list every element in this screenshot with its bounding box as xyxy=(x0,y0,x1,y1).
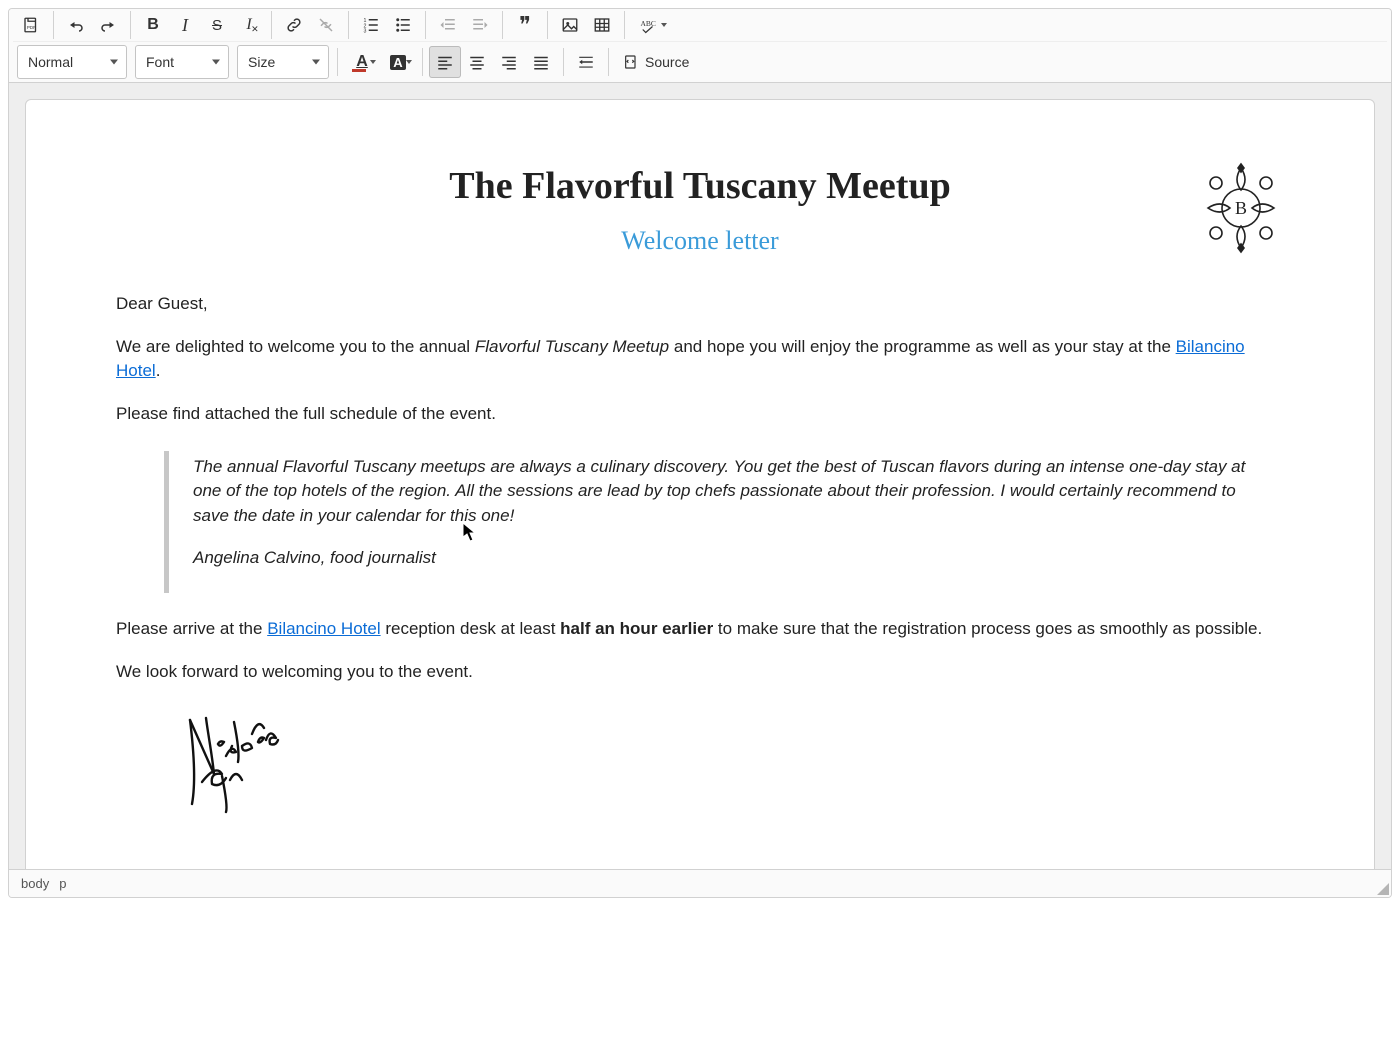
arrival-text-1: Please arrive at the xyxy=(116,619,267,638)
export-pdf-button[interactable]: PDF xyxy=(15,9,47,41)
resize-grip[interactable] xyxy=(1377,883,1389,895)
quote-attribution: Angelina Calvino, food journalist xyxy=(193,546,1272,571)
elements-path-bar: body p xyxy=(9,869,1391,897)
outdent-button[interactable] xyxy=(432,9,464,41)
strikethrough-button[interactable]: S xyxy=(201,9,233,41)
remove-format-button[interactable]: I✕ xyxy=(233,9,265,41)
rich-text-editor: PDF B I S I✕ xyxy=(8,8,1392,898)
text-color-button[interactable]: A xyxy=(344,46,380,78)
document-title[interactable]: The Flavorful Tuscany Meetup xyxy=(116,164,1284,208)
schedule-paragraph[interactable]: Please find attached the full schedule o… xyxy=(116,402,1284,427)
italic-button[interactable]: I xyxy=(169,9,201,41)
unlink-button[interactable] xyxy=(310,9,342,41)
font-size-value: Size xyxy=(248,54,275,70)
image-button[interactable] xyxy=(554,9,586,41)
arrival-paragraph[interactable]: Please arrive at the Bilancino Hotel rec… xyxy=(116,617,1284,642)
source-button[interactable]: Source xyxy=(615,46,697,78)
path-crumb-body[interactable]: body xyxy=(21,876,49,891)
align-left-button[interactable] xyxy=(429,46,461,78)
arrival-text-2: reception desk at least xyxy=(381,619,561,638)
svg-text:ABC: ABC xyxy=(641,19,656,28)
spellcheck-button[interactable]: ABC xyxy=(631,9,671,41)
numbered-list-button[interactable]: 123 xyxy=(355,9,387,41)
document-subtitle[interactable]: Welcome letter xyxy=(116,226,1284,256)
table-button[interactable] xyxy=(586,9,618,41)
bold-button[interactable]: B xyxy=(137,9,169,41)
blockquote-button[interactable]: ❞ xyxy=(509,9,541,41)
redo-button[interactable] xyxy=(92,9,124,41)
signature-image xyxy=(172,704,1284,819)
document-page[interactable]: B The Flavorful Tuscany Meetup Welcome l… xyxy=(25,99,1375,869)
arrival-bold: half an hour earlier xyxy=(560,619,713,638)
link-button[interactable] xyxy=(278,9,310,41)
paragraph-format-value: Normal xyxy=(28,54,73,70)
closing-paragraph[interactable]: We look forward to welcoming you to the … xyxy=(116,660,1284,685)
paragraph-format-select[interactable]: Normal xyxy=(17,45,127,79)
greeting-line[interactable]: Dear Guest, xyxy=(116,292,1284,317)
insert-horizontal-line-button[interactable] xyxy=(570,46,602,78)
align-justify-button[interactable] xyxy=(525,46,557,78)
editor-toolbar: PDF B I S I✕ xyxy=(9,9,1391,83)
font-size-select[interactable]: Size xyxy=(237,45,329,79)
intro-text-3: . xyxy=(156,361,161,380)
source-label: Source xyxy=(645,54,689,70)
align-center-button[interactable] xyxy=(461,46,493,78)
svg-text:B: B xyxy=(1235,198,1247,218)
path-crumb-p[interactable]: p xyxy=(59,876,66,891)
svg-text:3: 3 xyxy=(364,29,367,35)
bulleted-list-button[interactable] xyxy=(387,9,419,41)
background-color-button[interactable]: A xyxy=(380,46,416,78)
indent-button[interactable] xyxy=(464,9,496,41)
testimonial-blockquote[interactable]: The annual Flavorful Tuscany meetups are… xyxy=(164,451,1284,594)
arrival-text-3: to make sure that the registration proce… xyxy=(713,619,1262,638)
intro-italic: Flavorful Tuscany Meetup xyxy=(475,337,669,356)
intro-text-2: and hope you will enjoy the programme as… xyxy=(669,337,1176,356)
quote-body: The annual Flavorful Tuscany meetups are… xyxy=(193,455,1272,529)
document-logo-icon: B xyxy=(1198,160,1284,261)
editor-canvas[interactable]: B The Flavorful Tuscany Meetup Welcome l… xyxy=(9,83,1391,869)
svg-text:PDF: PDF xyxy=(27,25,36,30)
undo-button[interactable] xyxy=(60,9,92,41)
hotel-link-2[interactable]: Bilancino Hotel xyxy=(267,619,380,638)
font-family-select[interactable]: Font xyxy=(135,45,229,79)
font-family-value: Font xyxy=(146,54,174,70)
align-right-button[interactable] xyxy=(493,46,525,78)
intro-text-1: We are delighted to welcome you to the a… xyxy=(116,337,475,356)
intro-paragraph[interactable]: We are delighted to welcome you to the a… xyxy=(116,335,1284,384)
